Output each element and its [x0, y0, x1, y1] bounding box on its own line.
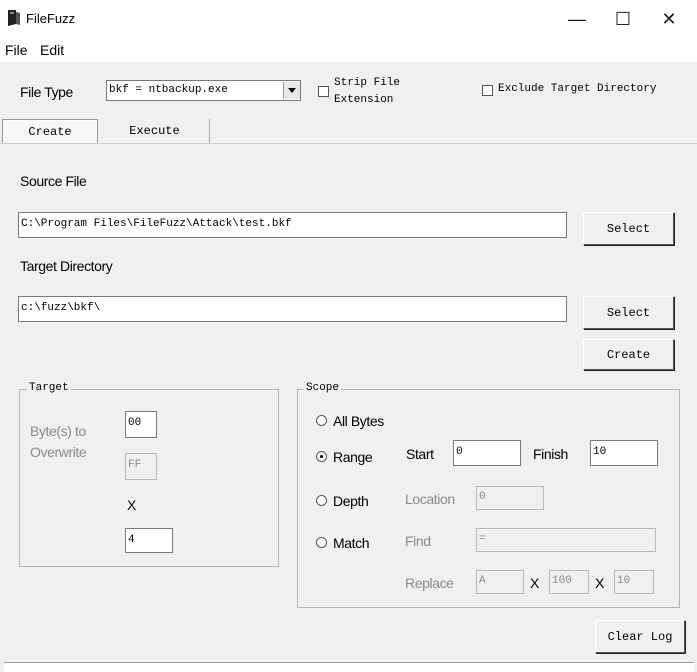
depth-radio[interactable] [316, 495, 327, 506]
range-label: Range [333, 449, 373, 465]
location-value: 0 [479, 491, 486, 503]
start-input[interactable]: 0 [453, 440, 521, 466]
target-directory-input[interactable]: c:\fuzz\bkf\ [18, 296, 567, 322]
replace-count2-value: 10 [617, 575, 631, 587]
source-file-value: C:\Program Files\FileFuzz\Attack\test.bk… [21, 218, 292, 230]
source-select-label: Select [606, 221, 651, 236]
minimize-button[interactable]: — [554, 0, 600, 38]
replace-x2-label: X [595, 575, 604, 591]
strip-extension-label-2: Extension [334, 94, 394, 106]
title-bar: FileFuzz — ☐ ✕ [0, 0, 697, 38]
replace-input: A [476, 570, 524, 594]
clear-log-label: Clear Log [607, 629, 673, 644]
match-label: Match [333, 535, 370, 551]
file-type-select[interactable]: bkf = ntbackup.exe [106, 80, 301, 101]
tab-create[interactable]: Create [2, 119, 98, 143]
exclude-target-dir-checkbox[interactable] [482, 85, 493, 96]
app-logo-icon [8, 10, 20, 26]
target-select-label: Select [606, 305, 651, 320]
scope-group-title: Scope [304, 382, 342, 394]
replace-count2-input: 10 [614, 570, 654, 594]
maximize-icon: ☐ [614, 8, 632, 29]
strip-extension-label-1: Strip File [334, 77, 401, 89]
replace-count-value: 100 [552, 575, 572, 587]
minimize-icon: — [568, 8, 586, 29]
window-title: FileFuzz [26, 11, 76, 26]
target-directory-value: c:\fuzz\bkf\ [21, 302, 101, 314]
find-input: = [476, 528, 656, 552]
exclude-target-dir-label: Exclude Target Directory [498, 83, 657, 95]
count-input[interactable]: 4 [125, 528, 173, 553]
start-label: Start [406, 446, 434, 462]
tab-execute[interactable]: Execute [100, 119, 210, 143]
bytes-to-overwrite-label-1: Byte(s) to [30, 423, 86, 439]
source-file-label: Source File [20, 173, 87, 189]
replace-x1-label: X [530, 575, 539, 591]
target-group-title: Target [27, 382, 71, 394]
file-type-value: bkf = ntbackup.exe [109, 84, 228, 96]
close-icon: ✕ [661, 8, 677, 29]
match-radio[interactable] [316, 537, 327, 548]
create-button-label: Create [606, 347, 651, 362]
depth-label: Depth [333, 493, 369, 509]
bytes-value: 00 [128, 417, 142, 429]
source-select-button[interactable]: Select [583, 212, 674, 245]
bytes-value-input[interactable]: 00 [125, 411, 157, 438]
close-button[interactable]: ✕ [646, 0, 692, 38]
finish-value: 10 [593, 446, 607, 458]
all-bytes-label: All Bytes [333, 413, 384, 429]
target-directory-label: Target Directory [20, 258, 113, 274]
bytes-to-overwrite-label-2: Overwrite [30, 444, 87, 460]
source-file-input[interactable]: C:\Program Files\FileFuzz\Attack\test.bk… [18, 212, 567, 238]
clear-log-button[interactable]: Clear Log [595, 620, 685, 653]
range-radio[interactable] [316, 451, 327, 462]
tab-baseline [0, 143, 697, 144]
finish-label: Finish [533, 446, 568, 462]
start-value: 0 [456, 446, 463, 458]
x-multiplier-label: X [127, 497, 136, 513]
menu-edit[interactable]: Edit [40, 42, 64, 58]
strip-extension-checkbox[interactable] [318, 86, 329, 97]
tab-execute-label: Execute [129, 124, 180, 138]
finish-input[interactable]: 10 [590, 440, 658, 466]
location-input: 0 [476, 486, 544, 510]
menu-bar: File Edit [0, 38, 697, 62]
menu-file[interactable]: File [5, 42, 28, 58]
replace-count-input: 100 [549, 570, 589, 594]
maximize-button[interactable]: ☐ [600, 0, 646, 38]
find-value: = [479, 533, 486, 545]
location-label: Location [405, 491, 455, 507]
replace-label: Replace [405, 575, 454, 591]
ff-value: FF [128, 459, 142, 471]
tab-create-label: Create [28, 124, 72, 139]
find-label: Find [405, 533, 431, 549]
replace-value: A [479, 575, 486, 587]
all-bytes-radio[interactable] [316, 415, 327, 426]
dropdown-arrow-icon[interactable] [283, 82, 300, 99]
target-select-button[interactable]: Select [583, 296, 674, 329]
create-button[interactable]: Create [583, 339, 674, 370]
file-type-label: File Type [20, 84, 73, 100]
count-value: 4 [128, 534, 135, 546]
ff-value-input: FF [125, 453, 157, 480]
